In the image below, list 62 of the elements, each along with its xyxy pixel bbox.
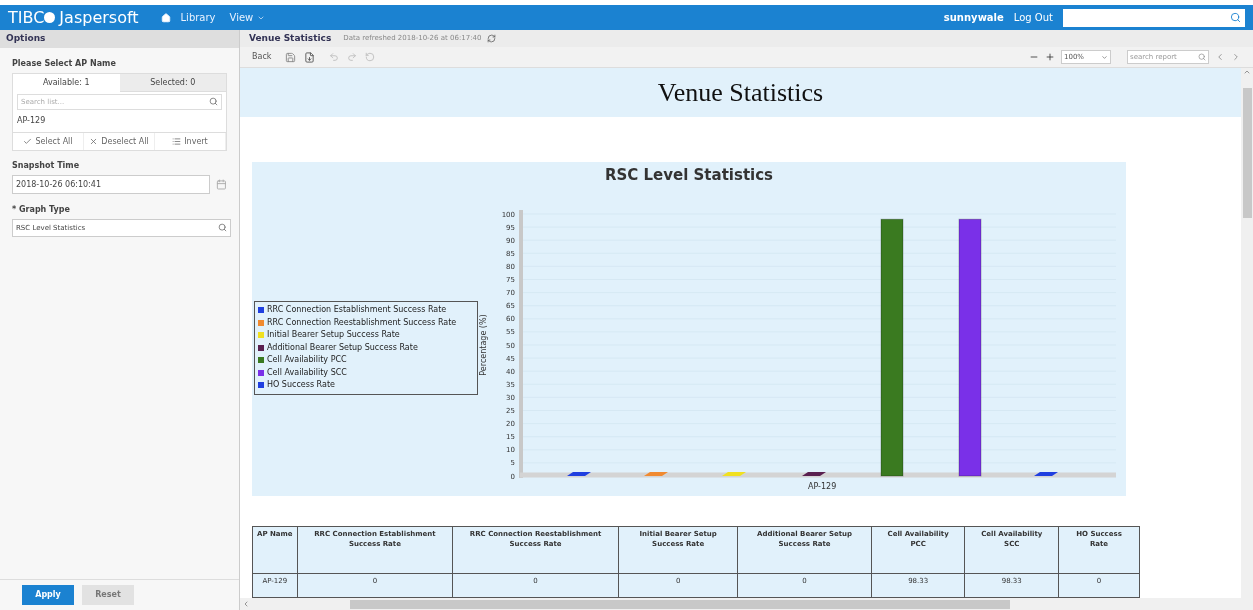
list-action-button[interactable]: Invert (155, 133, 226, 150)
export-icon[interactable] (304, 51, 316, 63)
form-button[interactable]: Reset (82, 585, 134, 605)
refresh-icon[interactable] (487, 34, 497, 43)
search-icon (1198, 53, 1206, 61)
bar (1034, 472, 1058, 476)
scroll-up-icon (1243, 68, 1251, 76)
next-icon[interactable] (1231, 52, 1241, 62)
field-label: * Graph Type (12, 204, 71, 216)
list-action-button[interactable]: Deselect All (84, 133, 155, 150)
zoom-in-icon[interactable] (1045, 52, 1055, 62)
form-button[interactable]: Apply (22, 585, 74, 605)
calendar-icon[interactable] (216, 179, 227, 190)
caret-icon (1101, 53, 1108, 61)
undo-icon[interactable] (329, 52, 340, 62)
legend-label: HO Success Rate (267, 379, 335, 391)
vertical-scrollbar[interactable] (1241, 68, 1253, 598)
scrollbar-thumb[interactable] (350, 599, 1010, 609)
list-item[interactable]: AP-129 (13, 110, 226, 132)
home-icon (160, 12, 171, 23)
legend-label: RRC Connection Reestablishment Success Rate (267, 316, 457, 329)
horizontal-scrollbar[interactable] (240, 598, 1253, 610)
x-icon (89, 137, 99, 146)
nav-link[interactable]: View (229, 10, 266, 25)
search-icon[interactable] (218, 223, 227, 232)
report-name: Venue Statistics (249, 31, 332, 45)
save-icon[interactable] (285, 51, 297, 63)
x-category-label: AP-129 (808, 482, 837, 491)
bar (802, 472, 826, 476)
legend-label: Cell Availability SCC (267, 366, 347, 379)
back-button[interactable]: Back (252, 51, 272, 63)
global-search-field[interactable] (1063, 8, 1245, 27)
list-tab[interactable]: Selected: 0 (119, 74, 226, 92)
bar (644, 472, 668, 476)
scrollbar-thumb[interactable] (1242, 88, 1252, 218)
username: sunnywale (943, 11, 1004, 25)
logo-text: TIBC (8, 6, 45, 29)
legend-label: Additional Bearer Setup Success Rate (267, 341, 418, 354)
scroll-left-icon (242, 600, 250, 608)
panel-header: Options (0, 30, 239, 48)
search-icon[interactable] (1230, 11, 1241, 23)
date-time-field[interactable]: 2018-10-26 06:10:41 (12, 175, 211, 194)
field-label: Please Select AP Name (12, 58, 117, 70)
report-title: Venue Statistics (657, 77, 824, 110)
nav-link[interactable]: Library (160, 10, 216, 25)
list-icon (172, 137, 182, 146)
field-label: Snapshot Time (12, 160, 81, 172)
search-icon[interactable] (209, 97, 218, 106)
bar (567, 472, 591, 476)
legend-label: Initial Bearer Setup Success Rate (267, 329, 400, 341)
y-axis-label: Percentage (%) (479, 314, 488, 376)
previous-icon[interactable] (1215, 52, 1225, 62)
logo-text: Jaspersoft (59, 6, 139, 29)
chart-title: RSC Level Statistics (603, 164, 775, 186)
list-action-button[interactable]: Select All (13, 133, 84, 150)
check-icon (23, 137, 33, 146)
bar (722, 472, 746, 476)
legend-label: Cell Availability PCC (267, 354, 347, 366)
redo-icon[interactable] (347, 52, 358, 62)
logout-link[interactable]: Log Out (1013, 10, 1053, 25)
legend-label: RRC Connection Establishment Success Rate (267, 304, 447, 316)
reset-icon[interactable] (365, 52, 376, 62)
